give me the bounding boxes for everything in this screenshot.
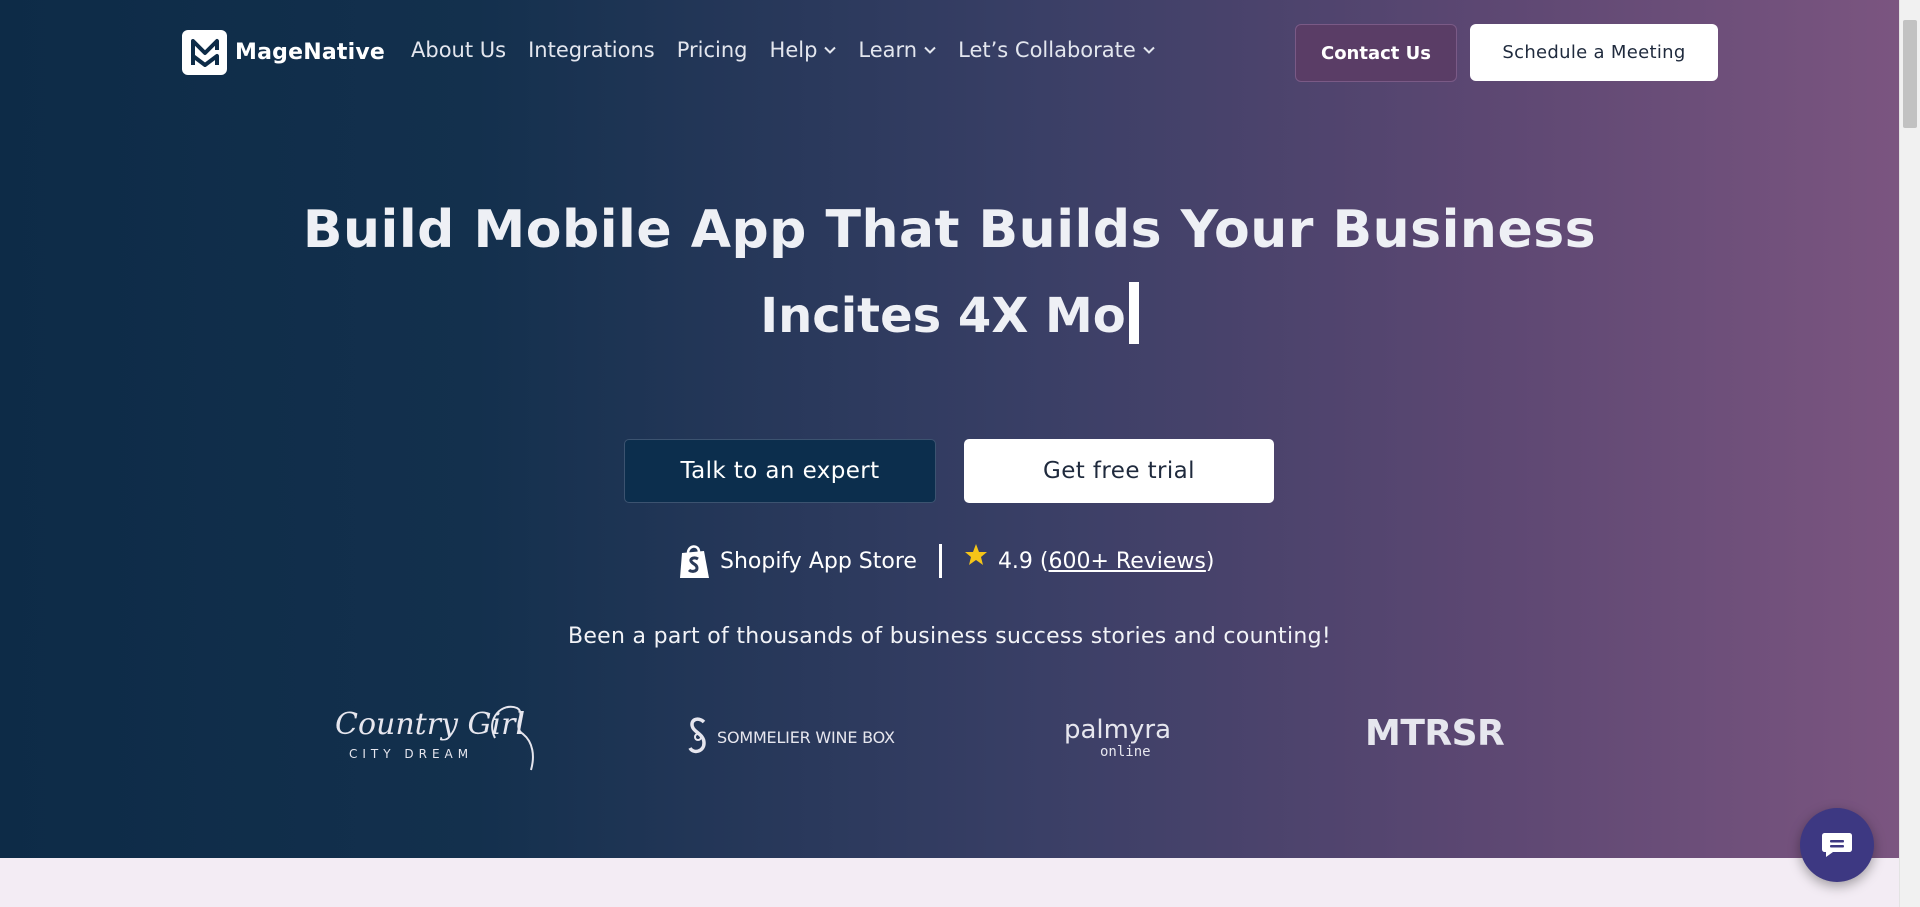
typing-text: Incites 4X Mo xyxy=(760,288,1126,344)
motorsr-wordmark: MTRSR xyxy=(1365,713,1504,754)
brand-logo[interactable]: MageNative xyxy=(182,30,385,75)
nav-lets-collaborate[interactable]: Let’s Collaborate xyxy=(958,38,1155,62)
magenative-logo-icon xyxy=(182,30,227,75)
chat-bubble-icon xyxy=(1822,833,1852,857)
chevron-down-icon xyxy=(924,46,936,54)
page-scrollbar[interactable] xyxy=(1899,0,1920,907)
nav-label: Pricing xyxy=(676,38,748,62)
country-girl-line2: CITY DREAM xyxy=(349,747,473,761)
rating-divider xyxy=(938,544,942,578)
nav-about-us[interactable]: About Us xyxy=(411,38,506,62)
nav-label: Help xyxy=(769,38,818,62)
nav-help[interactable]: Help xyxy=(770,38,837,62)
palmyra-line2: online xyxy=(1100,744,1151,760)
nav-learn[interactable]: Learn xyxy=(858,38,936,62)
scrollbar-thumb[interactable] xyxy=(1903,20,1917,128)
tagline: Been a part of thousands of business suc… xyxy=(567,624,1332,649)
next-section xyxy=(0,858,1899,907)
nav-pricing[interactable]: Pricing xyxy=(677,38,748,62)
star-icon xyxy=(964,544,987,565)
shopify-label: Shopify App Store xyxy=(720,548,917,574)
rating-value: 4.9 (600+ Reviews) xyxy=(997,548,1215,574)
motorsr-logo: MTRSR xyxy=(1365,710,1560,754)
nav-label: Learn xyxy=(858,38,918,62)
nav-label: About Us xyxy=(411,38,507,62)
country-girl-logo: Country Girl CITY DREAM xyxy=(335,698,545,773)
free-trial-button[interactable]: Get free trial xyxy=(964,439,1274,503)
sommelier-wine-box-logo: SOMMELIER WINE BOX xyxy=(685,713,895,761)
schedule-meeting-button[interactable]: Schedule a Meeting xyxy=(1470,24,1718,81)
typing-cursor xyxy=(1128,282,1139,344)
reviews-link[interactable]: 600+ Reviews xyxy=(1049,549,1206,574)
shopify-app-store-badge[interactable]: Shopify App Store xyxy=(678,542,917,580)
contact-us-button[interactable]: Contact Us xyxy=(1295,24,1457,82)
country-girl-line1: Country Girl xyxy=(335,707,525,742)
main-nav: About Us Integrations Pricing Help Learn… xyxy=(411,38,1155,62)
hero-section xyxy=(0,0,1899,858)
rating-number: 4.9 xyxy=(997,548,1033,574)
palmyra-online-logo: palmyra online xyxy=(1064,712,1184,760)
nav-integrations[interactable]: Integrations xyxy=(528,38,655,62)
sommelier-label: SOMMELIER WINE BOX xyxy=(717,727,895,747)
sommelier-mark-icon xyxy=(688,717,706,754)
shopify-bag-icon xyxy=(680,545,709,578)
chevron-down-icon xyxy=(1143,46,1155,54)
nav-label: Integrations xyxy=(528,38,655,62)
chevron-down-icon xyxy=(824,46,837,54)
hero-headline: Build Mobile App That Builds Your Busine… xyxy=(302,200,1597,260)
talk-to-expert-button[interactable]: Talk to an expert xyxy=(624,439,936,503)
brand-name: MageNative xyxy=(235,40,385,65)
chat-button[interactable] xyxy=(1800,808,1874,882)
rating-row: Shopify App Store 4.9 (600+ Reviews) xyxy=(678,538,1214,584)
nav-label: Let’s Collaborate xyxy=(958,38,1136,62)
palmyra-line1: palmyra xyxy=(1064,715,1171,745)
typing-subheadline: Incites 4X Mo xyxy=(0,282,1899,344)
